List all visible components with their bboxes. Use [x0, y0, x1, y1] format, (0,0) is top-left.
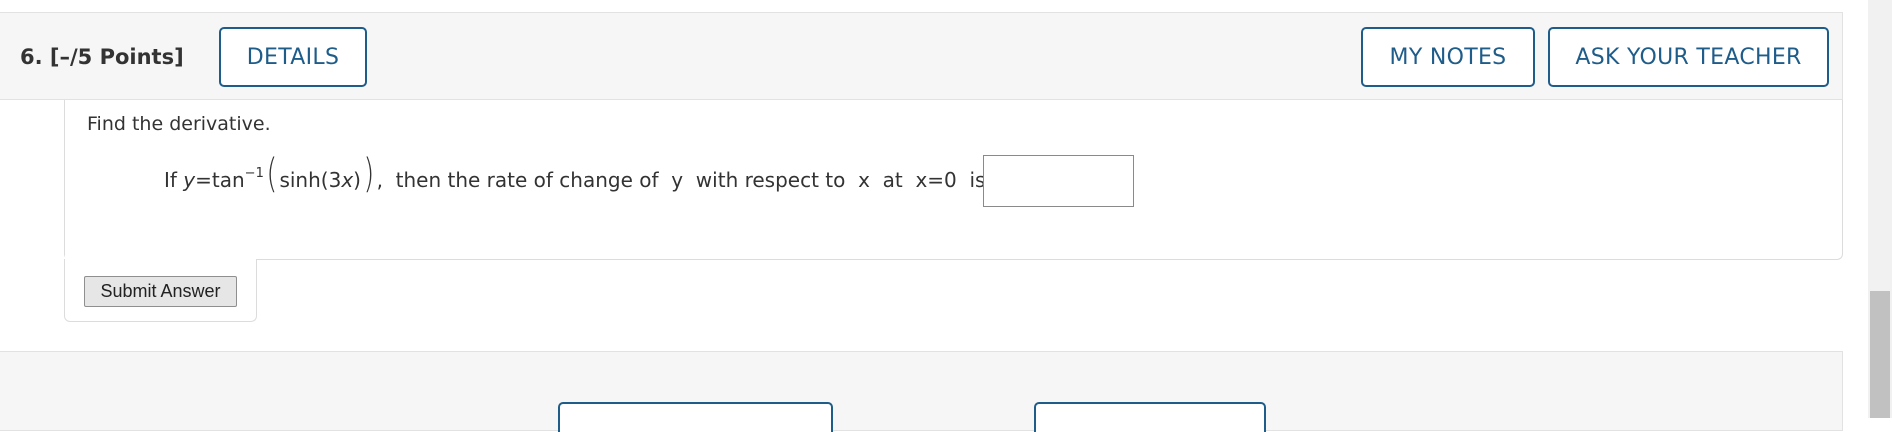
- question-number: 6. [–/5 Points]: [20, 45, 184, 69]
- math-if: If: [164, 168, 184, 192]
- ask-your-teacher-button[interactable]: ASK YOUR TEACHER: [1548, 27, 1829, 87]
- math-sinh: sinh(3: [279, 168, 342, 192]
- my-notes-button[interactable]: MY NOTES: [1361, 27, 1535, 87]
- math-var-x: x: [341, 168, 354, 192]
- math-rest: , then the rate of change of y with resp…: [376, 168, 992, 192]
- question-instruction: Find the derivative.: [87, 113, 271, 135]
- scrollbar-thumb[interactable]: [1870, 291, 1890, 418]
- next-question-header: [0, 351, 1843, 431]
- next-header-button-left[interactable]: [558, 402, 833, 432]
- math-tan: =tan: [195, 168, 245, 192]
- answer-input[interactable]: [983, 155, 1134, 207]
- question-prompt: If y =tan −1 ( sinh(3 x ) ) , then the r…: [164, 151, 992, 197]
- math-close-inner: ): [353, 168, 361, 192]
- submit-tab-join: [65, 255, 256, 263]
- math-right-paren: ): [363, 151, 375, 197]
- next-header-button-right[interactable]: [1034, 402, 1266, 432]
- submit-answer-button[interactable]: Submit Answer: [84, 276, 237, 307]
- math-var-y: y: [183, 168, 196, 192]
- math-exponent: −1: [244, 166, 264, 181]
- math-left-paren: (: [266, 151, 278, 197]
- details-button[interactable]: DETAILS: [219, 27, 367, 87]
